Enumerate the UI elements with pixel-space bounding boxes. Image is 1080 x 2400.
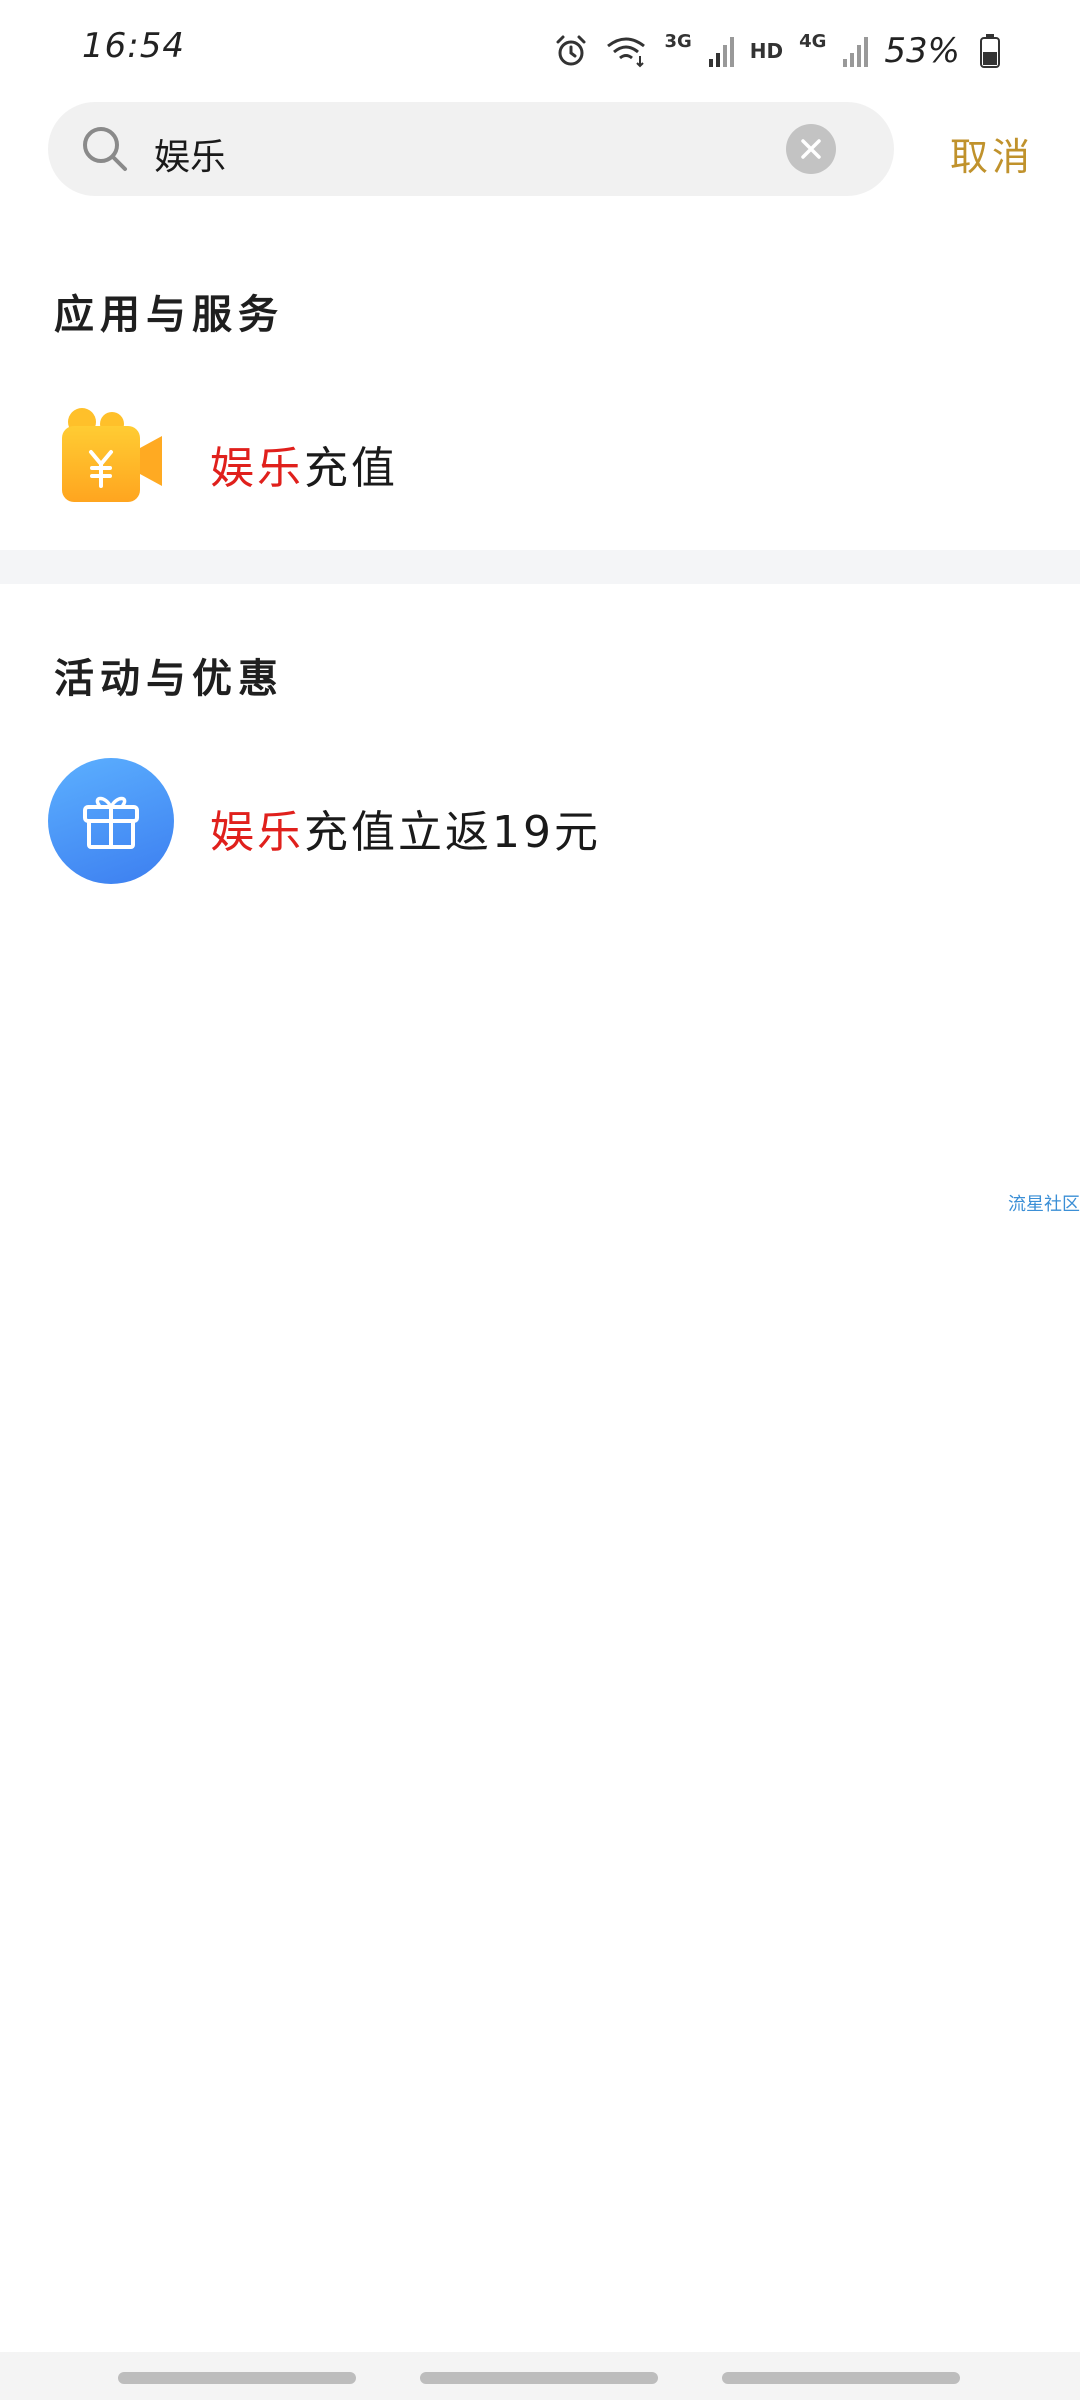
- result-text: 充值: [304, 443, 398, 494]
- battery-icon: [980, 34, 1000, 68]
- navigation-bar: [0, 2352, 1080, 2400]
- search-highlight: 娱乐: [210, 807, 304, 858]
- result-text: 充值立返19元: [304, 807, 601, 858]
- app-result-item[interactable]: 娱乐充值: [0, 384, 1080, 534]
- nav-handle-right[interactable]: [722, 2372, 960, 2384]
- wifi-icon: [604, 34, 648, 68]
- search-input[interactable]: 娱乐: [48, 102, 894, 196]
- gift-icon: [48, 758, 174, 884]
- promotion-result-label[interactable]: 娱乐充值立返19元: [210, 796, 601, 860]
- nav-handle-left[interactable]: [118, 2372, 356, 2384]
- alarm-icon: [554, 34, 588, 68]
- promotion-result-item[interactable]: 娱乐充值立返19元: [0, 746, 1080, 896]
- status-time: 16:54: [82, 26, 185, 66]
- signal-icon: [708, 35, 734, 67]
- section-title-promotions: 活动与优惠: [54, 656, 284, 702]
- hd-label: HD: [749, 39, 784, 63]
- nav-handle-center[interactable]: [420, 2372, 658, 2384]
- status-bar: 16:54 3G HD 4G 53%: [0, 0, 1080, 100]
- app-result-label[interactable]: 娱乐充值: [210, 432, 398, 496]
- network-type-label: 3G: [664, 30, 692, 52]
- clear-search-button[interactable]: [786, 124, 836, 174]
- search-query-text[interactable]: 娱乐: [154, 128, 226, 180]
- section-divider: [0, 550, 1080, 584]
- watermark-text: 流星社区: [1008, 1194, 1080, 1215]
- section-title-apps: 应用与服务: [54, 292, 284, 338]
- status-icons: 3G HD 4G 53%: [554, 24, 1000, 78]
- signal-icon: [842, 35, 869, 67]
- search-highlight: 娱乐: [210, 443, 304, 494]
- close-icon: [801, 139, 821, 159]
- search-icon: [80, 124, 130, 174]
- network-type-label: 4G: [799, 30, 827, 52]
- battery-percent: 53%: [884, 31, 960, 71]
- cancel-button[interactable]: 取消: [950, 126, 1034, 181]
